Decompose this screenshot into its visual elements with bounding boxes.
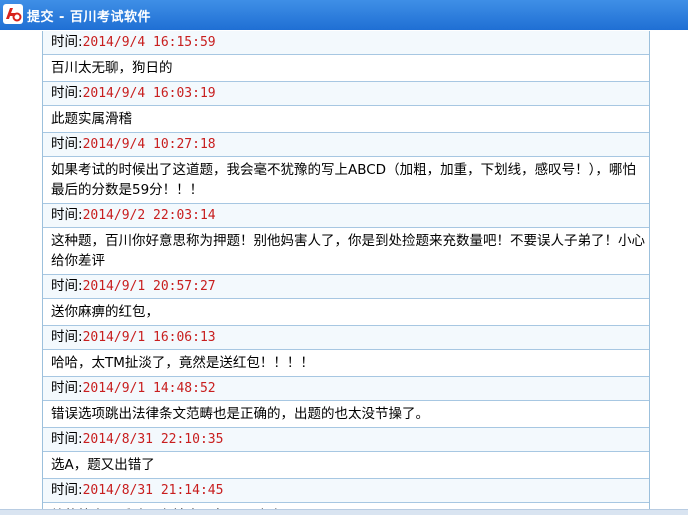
comment-text: 错误选项跳出法律条文范畴也是正确的，出题的也太没节操了。 [51, 406, 429, 422]
comment-time-row: 时间:2014/9/4 10:27:18 [43, 133, 649, 157]
comment-timestamp: 2014/9/2 22:03:14 [82, 208, 216, 223]
comment-text: 此题实属滑稽 [51, 111, 132, 127]
comment-text: 百川太无聊，狗日的 [51, 60, 173, 76]
comment-text: 哈哈，太TM扯淡了，竟然是送红包！！！！ [51, 355, 314, 371]
comment-timestamp: 2014/8/31 22:10:35 [82, 432, 224, 447]
app-logo-icon [3, 4, 23, 24]
comment-time-row: 时间:2014/9/1 14:48:52 [43, 377, 649, 401]
bottom-edge [0, 509, 688, 515]
comment-timestamp: 2014/9/1 14:48:52 [82, 381, 216, 396]
comment-text-row: 如果考试的时候出了这道题，我会毫不犹豫的写上ABCD（加粗，加重，下划线，感叹号… [43, 157, 649, 204]
comment-timestamp: 2014/9/4 16:03:19 [82, 86, 216, 101]
time-label: 时间: [51, 278, 83, 294]
time-label: 时间: [51, 34, 83, 50]
time-label: 时间: [51, 482, 83, 498]
comment-time-row: 时间:2014/9/4 16:03:19 [43, 82, 649, 106]
comment-time-row: 时间:2014/9/1 16:06:13 [43, 326, 649, 350]
comment-list[interactable]: 时间:2014/9/4 16:15:59 百川太无聊，狗日的 时间:2014/9/4… [42, 31, 650, 515]
comment-text: 送你麻痹的红包， [51, 304, 159, 320]
comment-text-row: 选A，题又出错了 [43, 452, 649, 479]
comment-text-row: 送你麻痹的红包， [43, 299, 649, 326]
time-label: 时间: [51, 136, 83, 152]
window-title: 提交 - 百川考试软件 [27, 10, 151, 25]
comment-timestamp: 2014/9/1 16:06:13 [82, 330, 216, 345]
comment-timestamp: 2014/9/1 20:57:27 [82, 279, 216, 294]
comment-time-row: 时间:2014/9/4 16:15:59 [43, 31, 649, 55]
time-label: 时间: [51, 380, 83, 396]
comment-time-row: 时间:2014/8/31 21:14:45 [43, 479, 649, 503]
comment-text: 这种题，百川你好意思称为押题！别他妈害人了，你是到处捡题来充数量吧！不要误人子弟… [51, 233, 645, 269]
comment-text-row: 百川太无聊，狗日的 [43, 55, 649, 82]
comment-text-row: 哈哈，太TM扯淡了，竟然是送红包！！！！ [43, 350, 649, 377]
comment-text: 如果考试的时候出了这道题，我会毫不犹豫的写上ABCD（加粗，加重，下划线，感叹号… [51, 162, 636, 198]
title-bar: 提交 - 百川考试软件 [0, 0, 688, 30]
comment-text-row: 这种题，百川你好意思称为押题！别他妈害人了，你是到处捡题来充数量吧！不要误人子弟… [43, 228, 649, 275]
comment-time-row: 时间:2014/9/2 22:03:14 [43, 204, 649, 228]
comment-time-row: 时间:2014/8/31 22:10:35 [43, 428, 649, 452]
comment-timestamp: 2014/9/4 16:15:59 [82, 35, 216, 50]
comment-text: 选A，题又出错了 [51, 457, 155, 473]
comment-text-row: 此题实属滑稽 [43, 106, 649, 133]
time-label: 时间: [51, 85, 83, 101]
time-label: 时间: [51, 431, 83, 447]
comment-time-row: 时间:2014/9/1 20:57:27 [43, 275, 649, 299]
comment-timestamp: 2014/9/4 10:27:18 [82, 137, 216, 152]
left-margin [0, 30, 42, 509]
comment-timestamp: 2014/8/31 21:14:45 [82, 483, 224, 498]
comment-text-row: 错误选项跳出法律条文范畴也是正确的，出题的也太没节操了。 [43, 401, 649, 428]
time-label: 时间: [51, 329, 83, 345]
time-label: 时间: [51, 207, 83, 223]
